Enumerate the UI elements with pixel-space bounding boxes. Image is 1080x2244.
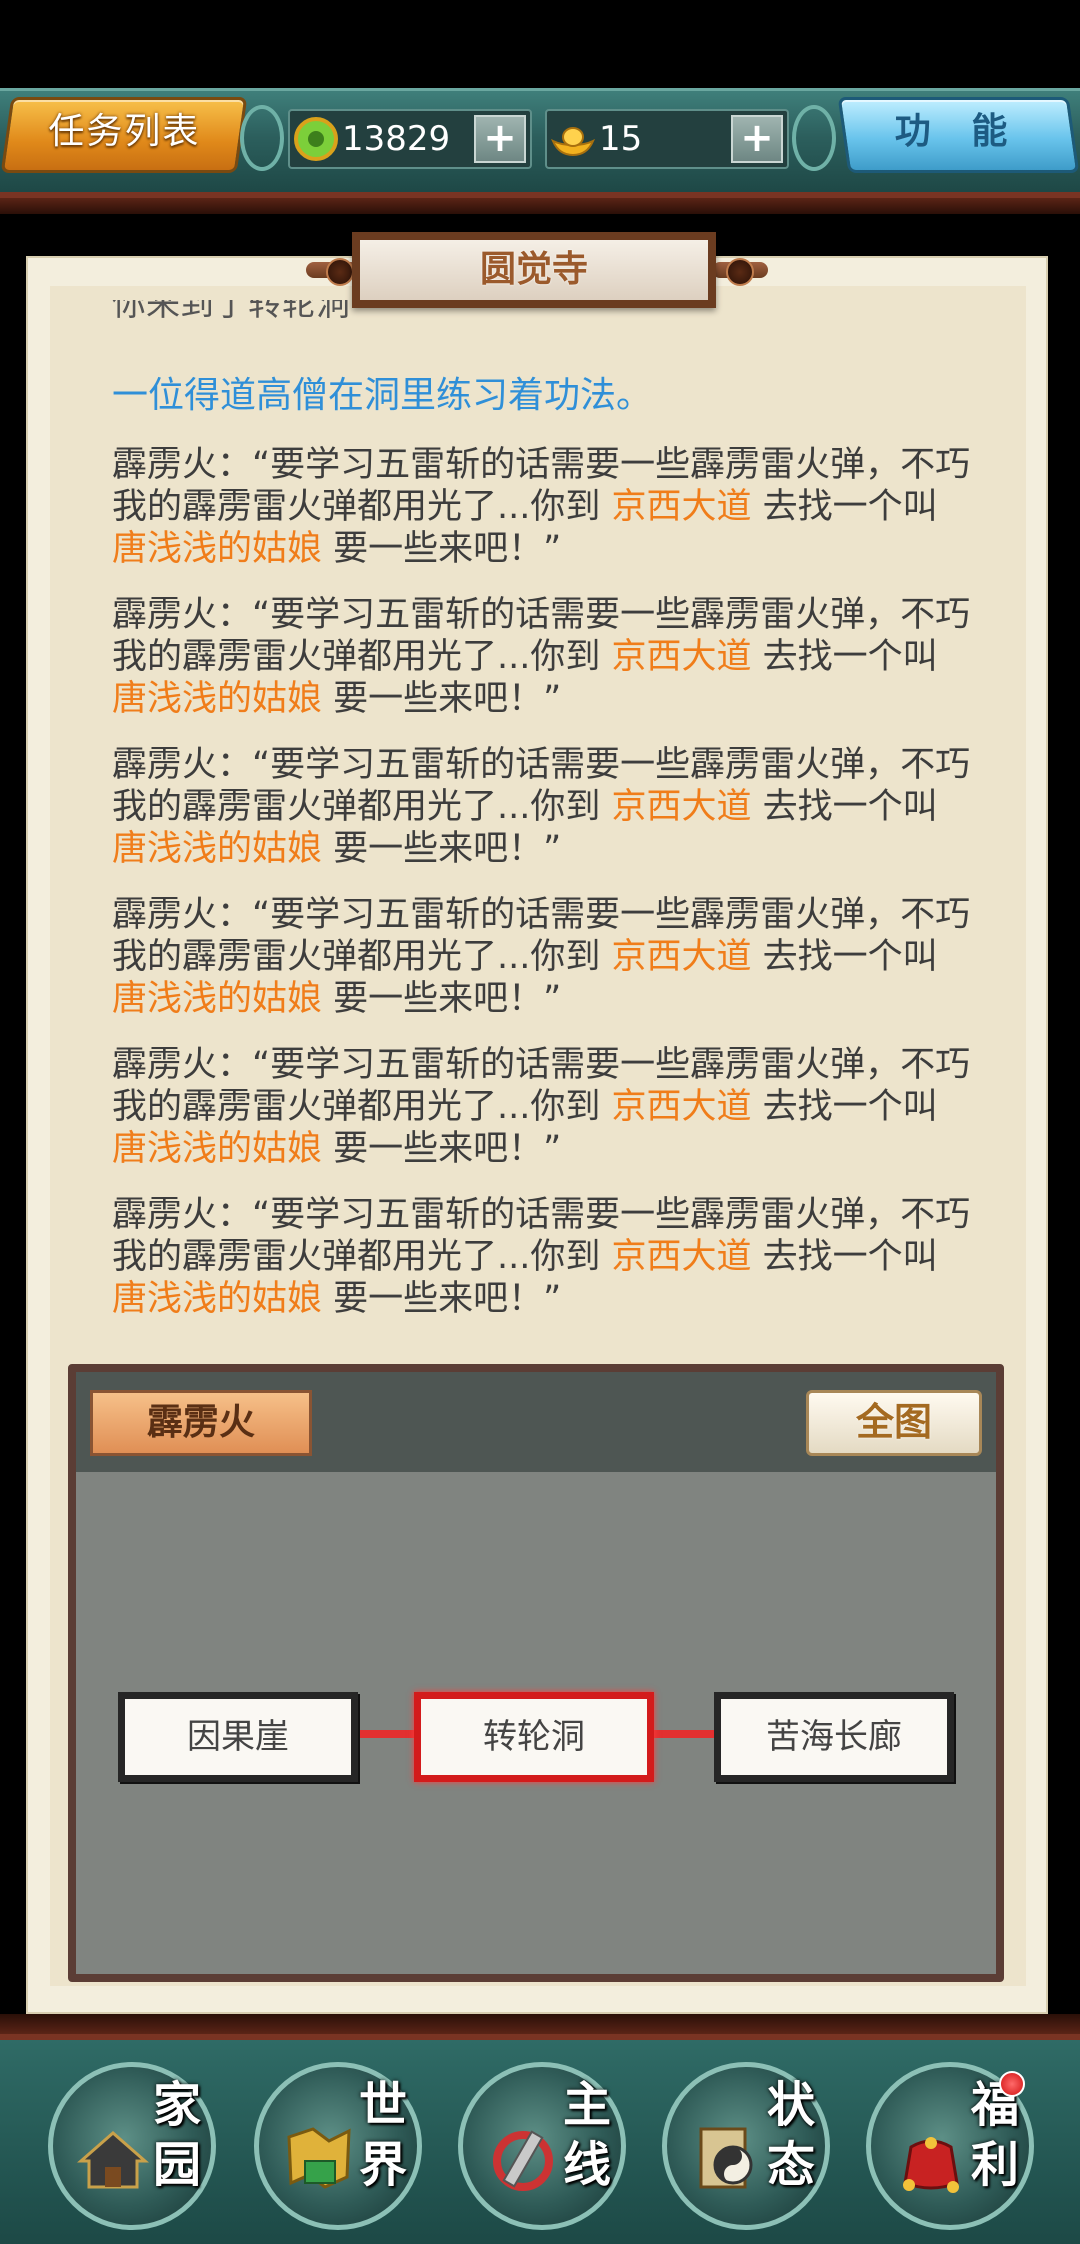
dialogue-text: 去找一个叫 (751, 1087, 938, 1127)
location-title: 圆觉寺 (479, 249, 588, 290)
main-quest-icon (493, 2130, 553, 2191)
ornament-right-icon (792, 105, 836, 171)
scroll-knob-right-icon (726, 258, 754, 286)
dialogue-text: 要一些来吧！” (322, 1129, 562, 1169)
dialogue-paragraph: 霹雳火：“要学习五雷斩的话需要一些霹雳雷火弹，不巧我的霹雳雷火弹都用光了...你… (112, 444, 972, 570)
nav-world-label: 世界 (358, 2077, 407, 2193)
story-text-area[interactable]: 你来到了转轮洞 一位得道高僧在洞里练习着功法。 霹雳火：“要学习五雷斩的话需要一… (112, 300, 972, 1330)
nav-welfare-button[interactable]: 福利 (866, 2062, 1034, 2230)
place-link[interactable]: 京西大道 (612, 1237, 752, 1277)
status-icon (699, 2127, 753, 2189)
npc-link[interactable]: 唐浅浅的姑娘 (112, 529, 322, 569)
dialogue-paragraph: 霹雳火：“要学习五雷斩的话需要一些霹雳雷火弹，不巧我的霹雳雷火弹都用光了...你… (112, 594, 972, 720)
dialogue-text: 去找一个叫 (751, 937, 938, 977)
function-button[interactable]: 功 能 (837, 97, 1080, 173)
home-icon (77, 2131, 149, 2189)
nav-home-label: 家园 (152, 2077, 201, 2193)
place-link[interactable]: 京西大道 (612, 487, 752, 527)
map-location-yinguoya[interactable]: 因果崖 (118, 1692, 358, 1782)
npc-link[interactable]: 唐浅浅的姑娘 (112, 829, 322, 869)
area-map-header: 霹雳火 全图 (76, 1372, 996, 1472)
dialogue-text: 要一些来吧！” (322, 529, 562, 569)
scene-intro-text: 一位得道高僧在洞里练习着功法。 (112, 375, 653, 416)
bottom-navigation: 家园 世界 主线 状态 福 利 (0, 2014, 1080, 2244)
place-link[interactable]: 京西大道 (612, 787, 752, 827)
map-path-connector (358, 1730, 414, 1738)
nav-home-button[interactable]: 家园 (48, 2062, 216, 2230)
full-map-button[interactable]: 全图 (806, 1390, 982, 1456)
map-path-connector (654, 1730, 714, 1738)
ingot-currency: 15 + (545, 109, 789, 169)
dialogue-paragraph: 霹雳火：“要学习五雷斩的话需要一些霹雳雷火弹，不巧我的霹雳雷火弹都用光了...你… (112, 1194, 972, 1320)
map-location-kuhaichanglang[interactable]: 苦海长廊 (714, 1692, 954, 1782)
npc-link[interactable]: 唐浅浅的姑娘 (112, 1279, 322, 1319)
ingot-amount: 15 (599, 119, 643, 159)
dialogue-paragraph: 霹雳火：“要学习五雷斩的话需要一些霹雳雷火弹，不巧我的霹雳雷火弹都用光了...你… (112, 744, 972, 870)
world-map-icon (287, 2127, 351, 2189)
nav-world-button[interactable]: 世界 (254, 2062, 422, 2230)
dialogue-text: 去找一个叫 (751, 1237, 938, 1277)
area-map: 霹雳火 全图 因果崖 转轮洞 苦海长廊 (68, 1364, 1004, 1982)
nav-status-label: 状态 (766, 2077, 815, 2193)
game-screen: 任务列表 13829 + 15 + 功 能 圆觉寺 你来到了转轮洞 一位得道高僧… (0, 0, 1080, 2244)
task-list-button[interactable]: 任务列表 (0, 97, 248, 173)
dialogue-text: 去找一个叫 (751, 637, 938, 677)
jade-coin-icon (294, 117, 338, 161)
function-label: 功 能 (894, 111, 1022, 152)
notification-dot-icon (999, 2071, 1025, 2097)
map-location-current-zhuanlundong[interactable]: 转轮洞 (414, 1692, 654, 1782)
add-coins-button[interactable]: + (474, 115, 526, 163)
location-title-scroll: 圆觉寺 (352, 232, 716, 308)
nav-main-quest-button[interactable]: 主线 (458, 2062, 626, 2230)
gift-bag-icon (903, 2137, 959, 2193)
dialogue-text: 要一些来吧！” (322, 829, 562, 869)
task-list-label: 任务列表 (48, 111, 201, 152)
npc-link[interactable]: 唐浅浅的姑娘 (112, 979, 322, 1019)
place-link[interactable]: 京西大道 (612, 937, 752, 977)
npc-link[interactable]: 唐浅浅的姑娘 (112, 1129, 322, 1169)
scroll-knob-left-icon (326, 258, 354, 286)
nav-main-quest-label: 主线 (562, 2077, 611, 2193)
dialogue-paragraph: 霹雳火：“要学习五雷斩的话需要一些霹雳雷火弹，不巧我的霹雳雷火弹都用光了...你… (112, 1044, 972, 1170)
nav-status-button[interactable]: 状态 (662, 2062, 830, 2230)
place-link[interactable]: 京西大道 (612, 637, 752, 677)
dialogue-paragraph: 霹雳火：“要学习五雷斩的话需要一些霹雳雷火弹，不巧我的霹雳雷火弹都用光了...你… (112, 894, 972, 1020)
add-ingots-button[interactable]: + (731, 115, 783, 163)
coin-currency: 13829 + (288, 109, 532, 169)
arrival-text: 你来到了转轮洞 (112, 300, 350, 324)
top-bar: 任务列表 13829 + 15 + 功 能 (0, 88, 1080, 214)
dialogue-text: 要一些来吧！” (322, 979, 562, 1019)
dialogue-text: 要一些来吧！” (322, 679, 562, 719)
coin-amount: 13829 (342, 119, 451, 159)
gold-ingot-icon (551, 127, 595, 157)
dialogue-text: 去找一个叫 (751, 787, 938, 827)
npc-name-button[interactable]: 霹雳火 (90, 1390, 312, 1456)
ornament-left-icon (240, 105, 284, 171)
npc-link[interactable]: 唐浅浅的姑娘 (112, 679, 322, 719)
dialogue-text: 要一些来吧！” (322, 1279, 562, 1319)
place-link[interactable]: 京西大道 (612, 1087, 752, 1127)
dialogue-text: 去找一个叫 (751, 487, 938, 527)
